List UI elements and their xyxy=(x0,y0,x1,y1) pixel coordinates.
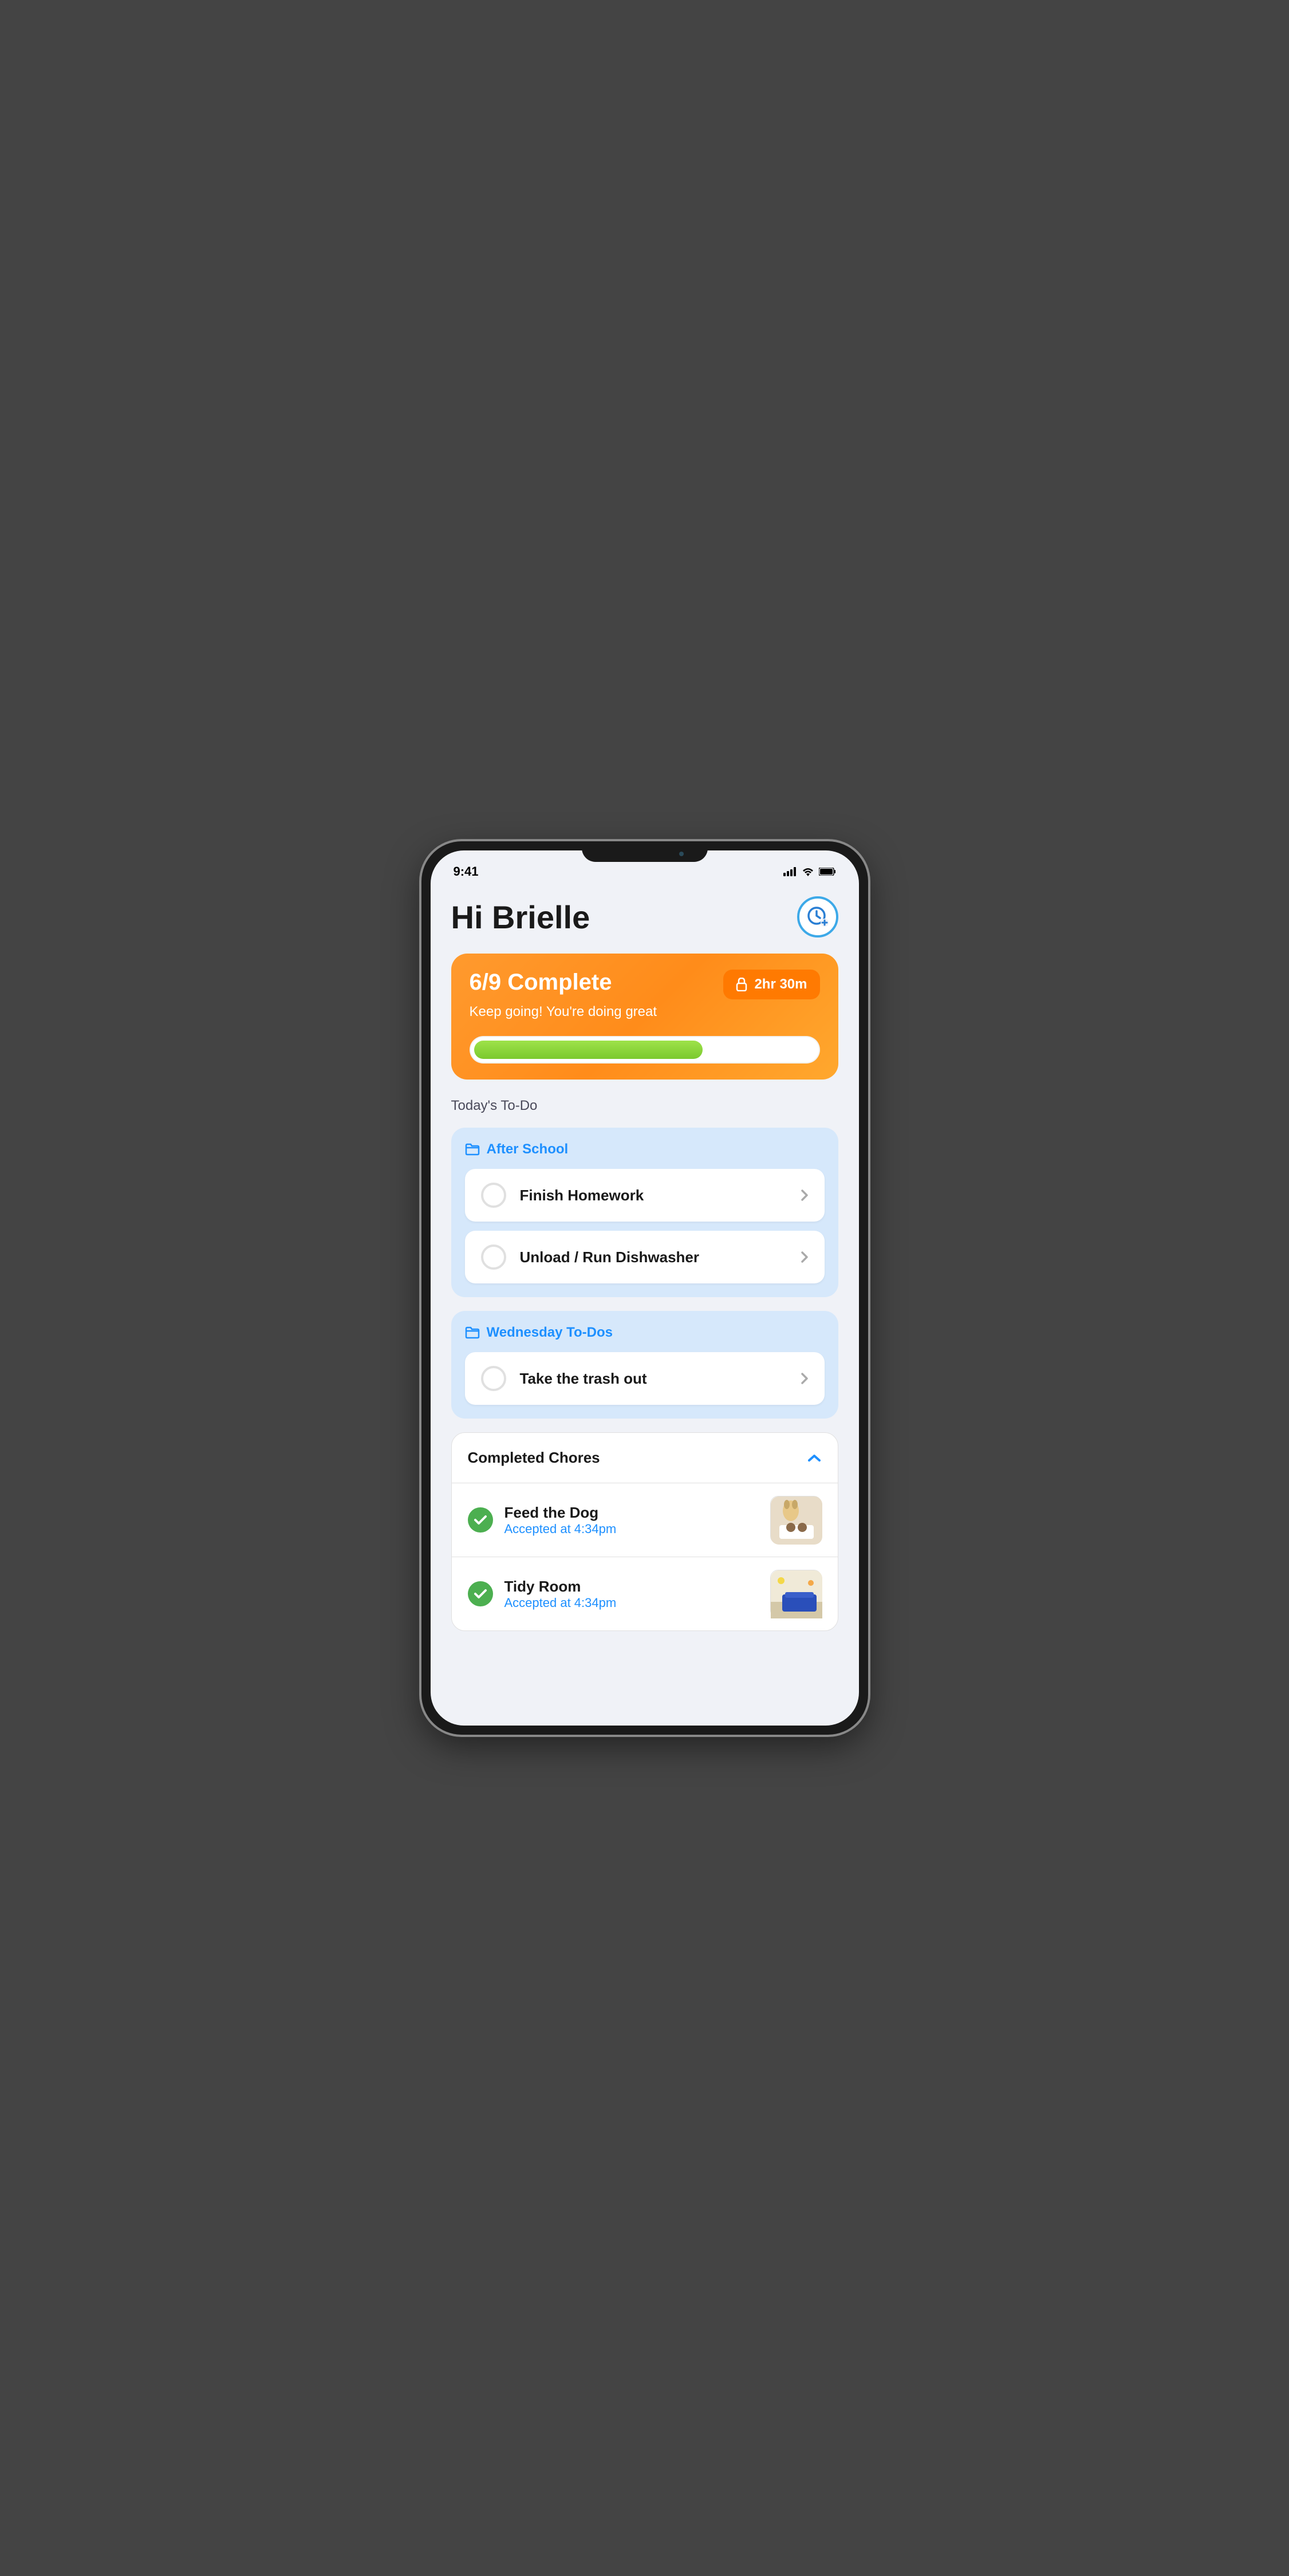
task-item[interactable]: Finish Homework xyxy=(465,1169,825,1222)
task-checkbox[interactable] xyxy=(481,1244,506,1270)
greeting: Hi Brielle xyxy=(451,899,590,936)
task-checkbox[interactable] xyxy=(481,1183,506,1208)
completed-header[interactable]: Completed Chores xyxy=(452,1433,838,1483)
check-circle xyxy=(468,1507,493,1533)
completed-name: Feed the Dog xyxy=(504,1504,759,1522)
clock-plus-icon xyxy=(806,905,829,928)
progress-bar xyxy=(470,1036,820,1064)
lock-icon xyxy=(736,978,747,991)
completed-status: Accepted at 4:34pm xyxy=(504,1596,759,1610)
completed-item[interactable]: Feed the DogAccepted at 4:34pm xyxy=(452,1483,838,1557)
task-checkbox[interactable] xyxy=(481,1366,506,1391)
chevron-right-icon xyxy=(801,1250,809,1264)
todo-group: Wednesday To-Dos Take the trash out xyxy=(451,1311,838,1419)
folder-icon xyxy=(465,1143,480,1156)
task-item[interactable]: Unload / Run Dishwasher xyxy=(465,1231,825,1283)
notch xyxy=(582,841,708,862)
content: Hi Brielle 6/9 Complete 2hr 30m Keep goi… xyxy=(431,883,859,1726)
chevron-right-icon xyxy=(801,1372,809,1385)
progress-subtitle: Keep going! You're doing great xyxy=(470,1004,820,1020)
completed-status: Accepted at 4:34pm xyxy=(504,1522,759,1537)
check-icon xyxy=(473,1588,488,1600)
task-name: Finish Homework xyxy=(520,1187,787,1204)
todo-group: After School Finish Homework Unload / Run … xyxy=(451,1128,838,1297)
todo-section-title: Today's To-Do xyxy=(451,1098,838,1114)
completed-card: Completed Chores Feed the DogAccepted at… xyxy=(451,1432,838,1631)
completed-text: Feed the DogAccepted at 4:34pm xyxy=(504,1504,759,1537)
check-icon xyxy=(473,1514,488,1526)
locked-time-text: 2hr 30m xyxy=(754,976,807,992)
group-header[interactable]: After School xyxy=(465,1141,825,1157)
status-icons xyxy=(783,867,836,876)
task-name: Unload / Run Dishwasher xyxy=(520,1248,787,1266)
todo-groups: After School Finish Homework Unload / Run … xyxy=(451,1128,838,1419)
locked-time-badge[interactable]: 2hr 30m xyxy=(723,970,819,999)
completed-item[interactable]: Tidy RoomAccepted at 4:34pm xyxy=(452,1557,838,1630)
completed-name: Tidy Room xyxy=(504,1578,759,1596)
folder-icon xyxy=(465,1326,480,1339)
add-time-button[interactable] xyxy=(797,896,838,938)
completed-thumbnail xyxy=(770,1496,822,1544)
cellular-icon xyxy=(783,867,797,876)
completed-items: Feed the DogAccepted at 4:34pmTidy RoomA… xyxy=(452,1483,838,1630)
progress-top: 6/9 Complete 2hr 30m xyxy=(470,970,820,999)
chevron-right-icon xyxy=(801,1188,809,1202)
chevron-up-icon xyxy=(807,1454,822,1463)
task-name: Take the trash out xyxy=(520,1370,787,1388)
progress-card: 6/9 Complete 2hr 30m Keep going! You're … xyxy=(451,954,838,1080)
completed-thumbnail xyxy=(770,1570,822,1618)
completed-text: Tidy RoomAccepted at 4:34pm xyxy=(504,1578,759,1610)
battery-icon xyxy=(819,868,836,876)
status-time: 9:41 xyxy=(454,864,479,879)
progress-bar-fill xyxy=(474,1041,703,1059)
screen: 9:41 Hi Brielle 6/9 Complete 2hr 3 xyxy=(431,850,859,1726)
page-header: Hi Brielle xyxy=(451,896,838,938)
progress-title: 6/9 Complete xyxy=(470,970,612,995)
completed-title: Completed Chores xyxy=(468,1449,600,1467)
check-circle xyxy=(468,1581,493,1606)
group-label: After School xyxy=(487,1141,569,1157)
task-item[interactable]: Take the trash out xyxy=(465,1352,825,1405)
phone-frame: 9:41 Hi Brielle 6/9 Complete 2hr 3 xyxy=(421,841,868,1735)
group-label: Wednesday To-Dos xyxy=(487,1325,613,1341)
wifi-icon xyxy=(802,867,814,876)
group-header[interactable]: Wednesday To-Dos xyxy=(465,1325,825,1341)
